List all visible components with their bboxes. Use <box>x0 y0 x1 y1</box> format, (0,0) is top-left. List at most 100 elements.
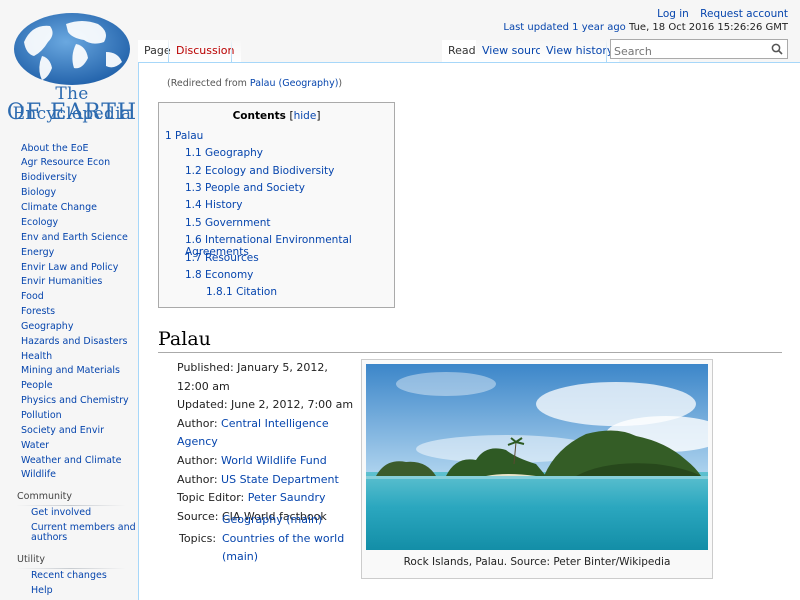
sidebar-item-agr-resource-econ[interactable]: Agr Resource Econ <box>21 157 110 168</box>
toc-number: 1.7 <box>185 252 202 264</box>
toc-number: 1.3 <box>185 182 202 194</box>
toc-title: Contents <box>232 110 286 122</box>
sidebar-item-energy[interactable]: Energy <box>21 247 54 258</box>
toc-text: Government <box>205 217 271 229</box>
toc-item[interactable]: 1.3 People and Society <box>185 182 305 194</box>
author-label: Author: <box>177 472 222 486</box>
site-logo[interactable]: The Encyclopedia OF EARTH <box>4 10 136 125</box>
toc-hide-link[interactable]: hide <box>294 110 317 122</box>
globe-icon <box>14 13 130 85</box>
tab-page-label: Page <box>144 44 171 57</box>
toc-item[interactable]: 1.8 Economy <box>185 269 253 281</box>
sidebar-item-wildlife[interactable]: Wildlife <box>21 469 56 480</box>
topic-link[interactable]: Countries of the world (main) <box>222 532 344 564</box>
sidebar-item-weather-climate[interactable]: Weather and Climate <box>21 455 121 466</box>
rock-islands-photo[interactable] <box>366 364 708 550</box>
tab-read-label: Read <box>448 44 476 57</box>
toc-item[interactable]: 1.1 Geography <box>185 147 263 159</box>
sidebar-item-forests[interactable]: Forests <box>21 306 55 317</box>
topic-editor-line: Topic Editor: Peter Saundry <box>177 489 357 508</box>
toc-hide-toggle[interactable]: [hide] <box>290 110 321 122</box>
toc-item[interactable]: 1.7 Resources <box>185 252 259 264</box>
author-link[interactable]: US State Department <box>221 473 339 486</box>
toc-text: Resources <box>205 252 259 264</box>
sidebar-item-biology[interactable]: Biology <box>21 187 56 198</box>
search-icon[interactable] <box>771 43 783 55</box>
sidebar-item-food[interactable]: Food <box>21 291 44 302</box>
sidebar-item-physics-chemistry[interactable]: Physics and Chemistry <box>21 395 129 406</box>
author-line: Author: Central Intelligence Agency <box>177 415 357 452</box>
main-content: (Redirected from Palau (Geography)) Cont… <box>138 62 800 600</box>
redirect-suffix: ) <box>338 78 343 89</box>
author-line: Author: World Wildlife Fund <box>177 452 357 471</box>
sidebar-item-climate-change[interactable]: Climate Change <box>21 202 97 213</box>
topics-list: Geography (main) Countries of the world … <box>222 511 352 567</box>
toc-item[interactable]: 1.4 History <box>185 199 242 211</box>
sidebar-item-about[interactable]: About the EoE <box>21 143 89 154</box>
toc-text: Ecology and Biodiversity <box>205 165 335 177</box>
tab-separator <box>231 40 232 62</box>
sidebar-item-env-earth-science[interactable]: Env and Earth Science <box>21 232 128 243</box>
author-line: Author: US State Department <box>177 471 357 490</box>
sidebar-item-help[interactable]: Help <box>31 585 53 596</box>
community-heading: Community <box>17 491 72 502</box>
sidebar-item-geography[interactable]: Geography <box>21 321 73 332</box>
redirect-link[interactable]: Palau (Geography) <box>250 78 339 89</box>
published-line: Published: January 5, 2012, 12:00 am <box>177 361 328 393</box>
toc-item[interactable]: 1 Palau <box>165 130 203 142</box>
toc-number: 1.8.1 <box>206 286 233 298</box>
sidebar-item-people[interactable]: People <box>21 380 53 391</box>
article-metadata: Published: January 5, 2012, 12:00 am Upd… <box>177 359 357 526</box>
updated-line: Updated: June 2, 2012, 7:00 am <box>177 398 354 412</box>
toc-number: 1.1 <box>185 147 202 159</box>
search-input[interactable] <box>611 42 761 61</box>
page: The Encyclopedia OF EARTH Log in Request… <box>0 0 800 600</box>
sidebar-item-envir-humanities[interactable]: Envir Humanities <box>21 276 102 287</box>
sidebar-item-hazards[interactable]: Hazards and Disasters <box>21 336 128 347</box>
image-caption: Rock Islands, Palau. Source: Peter Binte… <box>403 556 671 568</box>
toc-number: 1.2 <box>185 165 202 177</box>
sidebar-item-pollution[interactable]: Pollution <box>21 410 62 421</box>
toc-item[interactable]: 1.5 Government <box>185 217 271 229</box>
toc-text: Citation <box>236 286 277 298</box>
topic-editor-link[interactable]: Peter Saundry <box>248 491 326 504</box>
toc-text: Economy <box>205 269 254 281</box>
sidebar-item-get-involved[interactable]: Get involved <box>31 507 91 518</box>
toc-text: People and Society <box>205 182 305 194</box>
tab-view-history-label: View history <box>546 44 614 57</box>
last-updated-date: Tue, 18 Oct 2016 15:26:26 GMT <box>628 22 788 33</box>
sidebar-item-recent-changes[interactable]: Recent changes <box>31 570 107 581</box>
request-account-link[interactable]: Request account <box>700 8 788 20</box>
toc-item[interactable]: 1.8.1 Citation <box>206 286 277 298</box>
search-box <box>610 39 788 61</box>
redirect-prefix: (Redirected from <box>167 78 250 89</box>
sidebar-item-mining[interactable]: Mining and Materials <box>21 365 120 376</box>
tab-view-source-label: View source <box>482 44 549 57</box>
sidebar-item-water[interactable]: Water <box>21 440 49 451</box>
sidebar-item-biodiversity[interactable]: Biodiversity <box>21 172 77 183</box>
portal-divider <box>16 568 126 569</box>
page-title: Palau <box>158 328 782 353</box>
login-link[interactable]: Log in <box>657 8 689 20</box>
toc-number: 1.4 <box>185 199 202 211</box>
portal-divider <box>16 505 126 506</box>
toc-item[interactable]: 1.2 Ecology and Biodiversity <box>185 165 334 177</box>
sidebar-item-ecology[interactable]: Ecology <box>21 217 58 228</box>
tab-discussion-label: Discussion <box>176 44 235 57</box>
sidebar-item-health[interactable]: Health <box>21 351 52 362</box>
toc-number: 1 <box>165 130 172 142</box>
tab-discussion[interactable]: Discussion <box>170 40 241 62</box>
editor-label: Topic Editor: <box>177 491 248 505</box>
sidebar-item-envir-law-policy[interactable]: Envir Law and Policy <box>21 262 118 273</box>
tab-separator <box>168 40 169 62</box>
sidebar-item-current-members-2[interactable]: authors <box>31 532 67 543</box>
last-updated-link[interactable]: Last updated 1 year ago <box>503 22 625 33</box>
author-link[interactable]: World Wildlife Fund <box>221 454 327 467</box>
topic-link[interactable]: Geography (main) <box>222 513 322 526</box>
personal-tools: Log in Request account Last updated 1 ye… <box>503 8 788 33</box>
table-of-contents: Contents [hide] 1 Palau 1.1 Geography 1.… <box>158 102 395 308</box>
utility-heading: Utility <box>17 554 45 565</box>
toc-number: 1.8 <box>185 269 202 281</box>
tab-view-history[interactable]: View history <box>540 40 620 62</box>
sidebar-item-society[interactable]: Society and Envir <box>21 425 104 436</box>
